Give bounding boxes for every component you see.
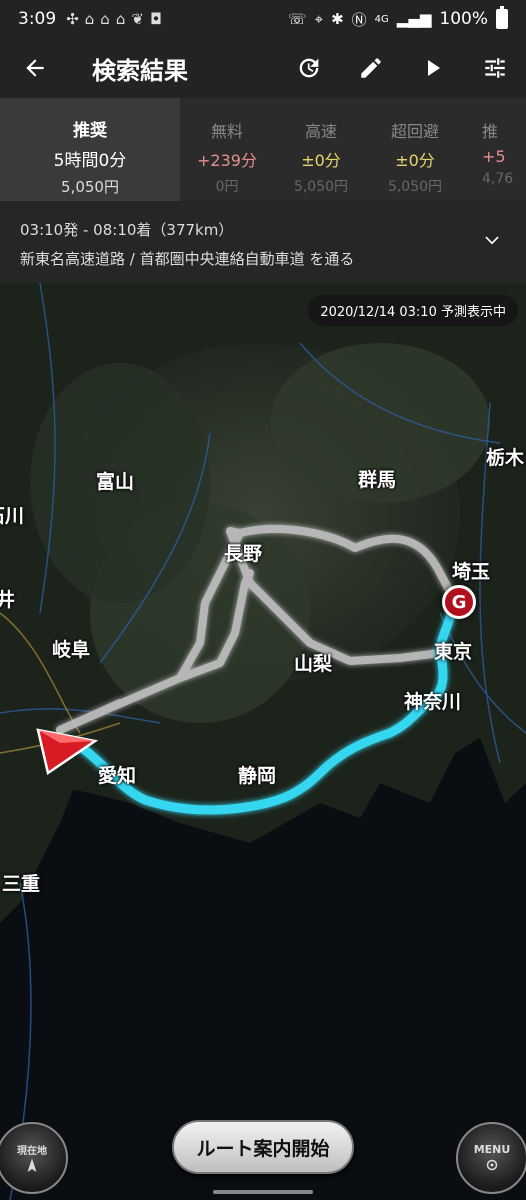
edit-icon bbox=[361, 58, 381, 78]
route-tab-name: 高速 bbox=[304, 122, 337, 141]
camera-icon: ◘ bbox=[149, 10, 162, 28]
bluetooth-icon: ✱ bbox=[331, 10, 344, 28]
pinwheel-icon: ✣ bbox=[66, 10, 79, 28]
timestamp-label: 予測表示中 bbox=[440, 305, 506, 320]
back-arrow-icon bbox=[26, 59, 44, 77]
wifi-call-icon: ☏ bbox=[287, 10, 307, 28]
map-label-tokyo: 東京 bbox=[434, 641, 473, 663]
route-tab-highway[interactable]: 高速 ±0分 5,050円 bbox=[274, 98, 368, 201]
map-label-fukui: 井 bbox=[0, 589, 16, 611]
map-terrain bbox=[0, 283, 526, 1200]
route-info-panel[interactable]: 03:10発 - 08:10着（377km） 新東名高速道路 / 首都圏中央連絡… bbox=[0, 201, 526, 283]
map-label-nagano: 長野 bbox=[224, 543, 263, 565]
map-label-mie: 三重 bbox=[2, 873, 41, 895]
menu-button[interactable]: MENU bbox=[456, 1122, 526, 1194]
home-icon: ⌂ bbox=[84, 10, 95, 28]
route-map[interactable]: 2020/12/14 03:10 予測表示中 富山 群馬 栃木 石川 長野 埼玉… bbox=[0, 283, 526, 1200]
route-tab-time: +239分 bbox=[197, 151, 257, 170]
network-type: 4G bbox=[374, 13, 389, 25]
play-button[interactable] bbox=[402, 38, 464, 98]
menu-label: MENU bbox=[473, 1142, 511, 1156]
status-time: 3:09 bbox=[18, 9, 57, 29]
map-label-tochigi: 栃木 bbox=[486, 447, 525, 469]
route-time-range: 03:10発 - 08:10着（377km） bbox=[20, 221, 234, 239]
route-via: 新東名高速道路 / 首都圏中央連絡自動車道 を通る bbox=[20, 250, 355, 268]
menu-dot-icon bbox=[486, 1159, 498, 1170]
battery-percent: 100% bbox=[439, 9, 488, 29]
route-tab-recommended-2[interactable]: 推 +5 4,76 bbox=[462, 98, 522, 201]
route-tab-name: 超回避 bbox=[390, 122, 439, 141]
goal-marker[interactable]: G bbox=[442, 585, 476, 619]
route-tab-super-avoid[interactable]: 超回避 ±0分 5,050円 bbox=[368, 98, 462, 201]
page-title: 検索結果 bbox=[92, 56, 188, 85]
map-label-shizuoka: 静岡 bbox=[238, 765, 277, 787]
route-tab-cost: 5,050円 bbox=[61, 178, 119, 196]
map-label-saitama: 埼玉 bbox=[452, 561, 491, 583]
compass-icon bbox=[27, 1158, 37, 1172]
settings-button[interactable] bbox=[464, 38, 526, 98]
battery-icon bbox=[496, 6, 508, 29]
history-button[interactable] bbox=[278, 38, 340, 98]
chevron-down-icon[interactable] bbox=[482, 231, 502, 251]
system-icons: ☏ ⌖ ✱ Ⓝ 4G ▂▄▆ 100% bbox=[287, 6, 508, 30]
settings-sliders-icon bbox=[485, 58, 505, 78]
map-label-toyama: 富山 bbox=[96, 471, 135, 493]
current-location-label: 現在地 bbox=[17, 1145, 47, 1157]
notification-icons: ✣ ⌂ ⌂ ⌂ ❦ ◘ bbox=[66, 10, 162, 28]
route-tab-time: +5 bbox=[482, 147, 506, 166]
play-icon bbox=[428, 60, 440, 76]
history-icon bbox=[299, 58, 319, 78]
route-tab-recommended[interactable]: 推奨 5時間0分 5,050円 bbox=[0, 98, 180, 201]
map-label-gunma: 群馬 bbox=[358, 469, 397, 491]
map-label-ishikawa: 石川 bbox=[0, 505, 25, 527]
route-tabs: 推奨 5時間0分 5,050円 無料 +239分 0円 高速 ±0分 5,050… bbox=[0, 98, 526, 201]
location-icon: ⌖ bbox=[314, 10, 324, 28]
route-tab-cost: 0円 bbox=[215, 179, 239, 195]
nfc-icon: Ⓝ bbox=[351, 10, 367, 29]
home-icon: ⌂ bbox=[115, 10, 126, 28]
home-indicator[interactable] bbox=[213, 1190, 313, 1194]
edit-button[interactable] bbox=[340, 38, 402, 98]
signal-icon: ▂▄▆ bbox=[396, 10, 432, 28]
status-bar: 3:09 ✣ ⌂ ⌂ ⌂ ❦ ◘ ☏ ⌖ ✱ Ⓝ 4G ▂▄▆ 100% bbox=[0, 0, 526, 38]
map-label-gifu: 岐阜 bbox=[52, 639, 91, 661]
route-tab-cost: 5,050円 bbox=[293, 179, 349, 195]
map-label-yamanashi: 山梨 bbox=[294, 653, 333, 675]
twitter-icon: ❦ bbox=[131, 10, 144, 28]
home-icon: ⌂ bbox=[100, 10, 110, 28]
map-label-kanagawa: 神奈川 bbox=[404, 691, 462, 713]
route-tab-time: ±0分 bbox=[301, 151, 341, 170]
route-tab-name: 無料 bbox=[210, 122, 243, 141]
map-label-aichi: 愛知 bbox=[98, 765, 137, 787]
app-bar: 検索結果 bbox=[0, 38, 526, 98]
route-tab-name: 推奨 bbox=[73, 121, 107, 141]
route-tab-name: 推 bbox=[482, 122, 499, 141]
route-tab-cost: 5,050円 bbox=[387, 179, 443, 195]
timestamp-value: 2020/12/14 03:10 bbox=[320, 305, 437, 320]
start-guidance-button[interactable]: ルート案内開始 bbox=[172, 1120, 354, 1174]
route-tab-free[interactable]: 無料 +239分 0円 bbox=[180, 98, 274, 201]
route-tab-time: ±0分 bbox=[395, 151, 435, 170]
route-tab-cost: 4,76 bbox=[482, 171, 514, 187]
route-tab-time: 5時間0分 bbox=[53, 151, 127, 171]
forecast-timestamp: 2020/12/14 03:10 予測表示中 bbox=[308, 295, 518, 326]
back-button[interactable] bbox=[0, 38, 70, 98]
